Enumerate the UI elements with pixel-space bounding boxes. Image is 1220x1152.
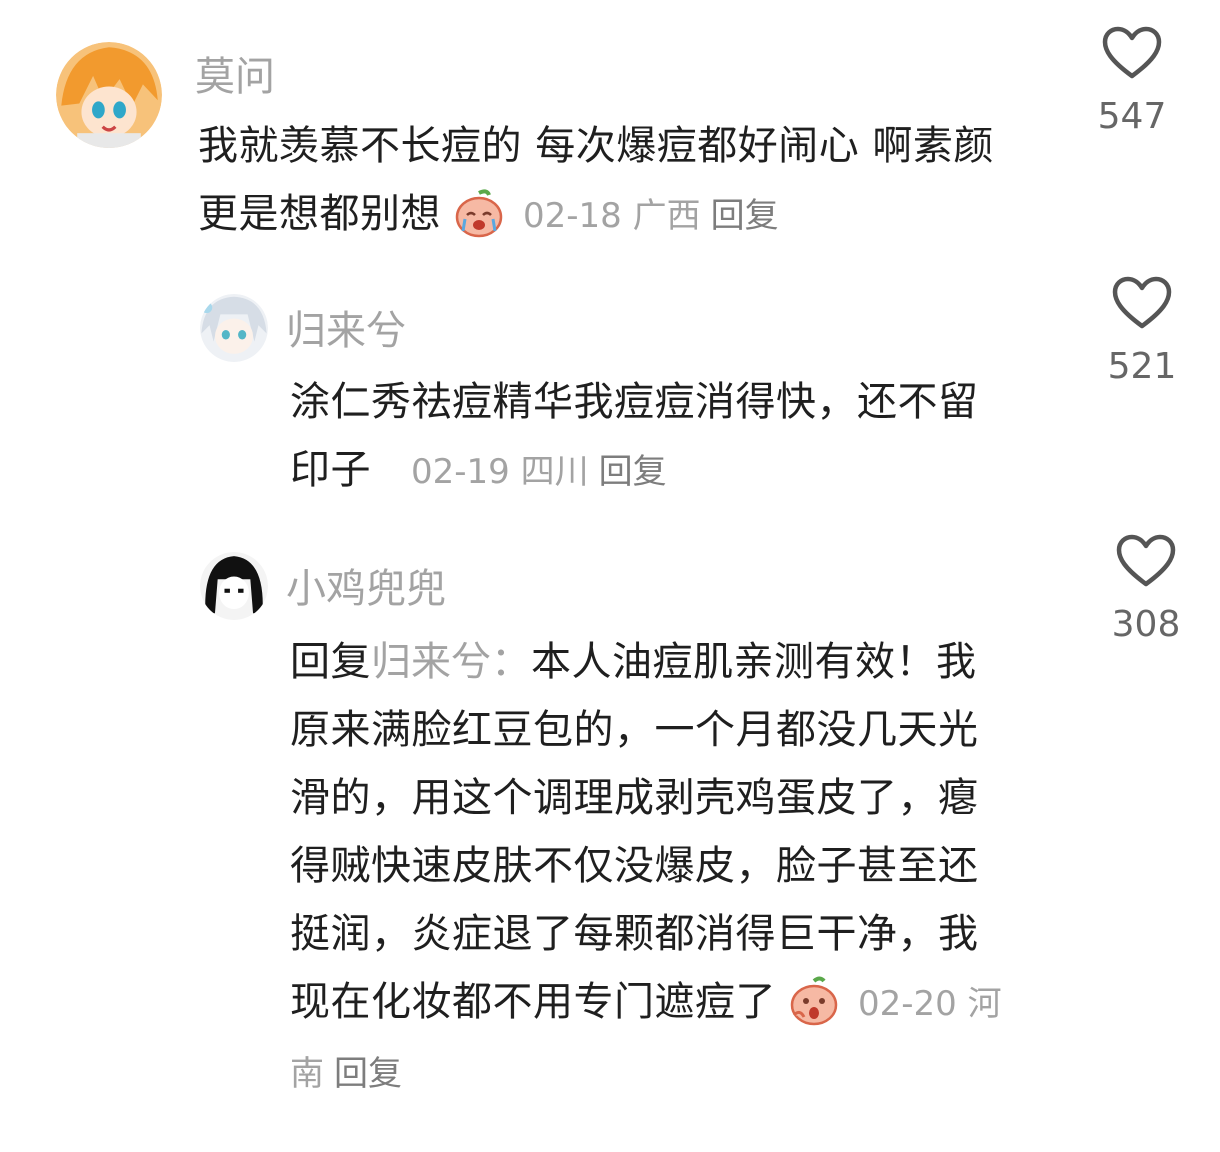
crying-face-emoji-icon	[453, 187, 505, 239]
comment-meta: 02-18 广西 回复	[523, 196, 779, 236]
avatar[interactable]	[200, 552, 268, 620]
avatar[interactable]	[200, 294, 268, 362]
heart-icon	[1102, 26, 1162, 79]
reply-button[interactable]: 回复	[599, 452, 667, 492]
reply-target-username[interactable]: 归来兮：	[371, 639, 531, 685]
avatar-image-anime-orange-hair	[56, 42, 162, 148]
like-button[interactable]: 308	[1106, 534, 1186, 645]
heart-icon	[1112, 276, 1172, 329]
like-button[interactable]: 547	[1092, 26, 1172, 137]
avatar-image-anime-white-hair	[200, 294, 268, 362]
comment-date: 02-20	[858, 984, 957, 1024]
avatar[interactable]	[56, 42, 162, 148]
comment-location: 广西	[632, 196, 701, 236]
reply-prefix: 回复	[290, 639, 371, 685]
comment-username[interactable]: 小鸡兜兜	[286, 556, 446, 614]
heart-icon	[1116, 534, 1176, 587]
reply-button[interactable]: 回复	[334, 1054, 402, 1094]
comment-body: 回复归来兮：本人油痘肌亲测有效！我原来满脸红豆包的，一个月都没几天光滑的，用这个…	[290, 628, 1012, 1108]
comment-username[interactable]: 莫问	[195, 44, 275, 102]
like-count: 308	[1111, 604, 1181, 645]
comment-text: 本人油痘肌亲测有效！我原来满脸红豆包的，一个月都没几天光滑的，用这个调理成剥壳鸡…	[290, 639, 979, 1025]
comment-body: 涂仁秀祛痘精华我痘痘消得快，还不留印子 02-19 四川 回复	[290, 368, 1006, 506]
comment-location: 四川	[520, 452, 589, 492]
avatar-image-dark-hair	[200, 552, 268, 620]
shocked-face-emoji-icon	[788, 975, 840, 1027]
comment-body: 我就羡慕不长痘的 每次爆痘都好闹心 啊素颜更是想都别想 02-18 广西 回复	[198, 112, 998, 250]
reply-button[interactable]: 回复	[711, 196, 779, 236]
comment-date: 02-19	[411, 452, 510, 492]
comment-date: 02-18	[523, 196, 622, 236]
comment-meta: 02-19 四川 回复	[411, 452, 667, 492]
like-count: 521	[1107, 346, 1177, 387]
like-button[interactable]: 521	[1102, 276, 1182, 387]
comment-username[interactable]: 归来兮	[286, 298, 406, 356]
like-count: 547	[1097, 96, 1167, 137]
